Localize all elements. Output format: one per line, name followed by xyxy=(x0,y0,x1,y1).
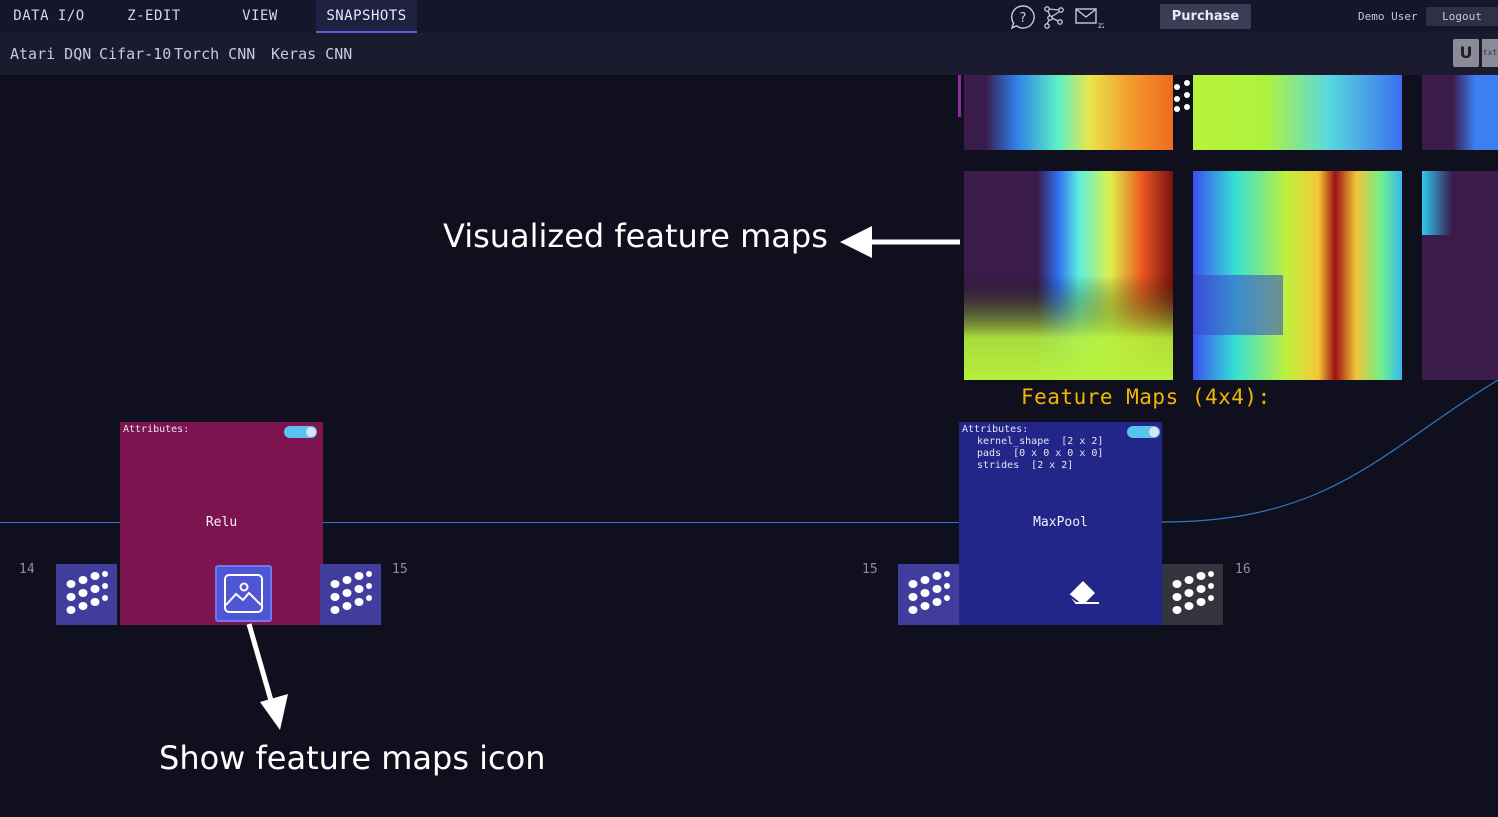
tab-cifar-10[interactable]: Cifar-10 xyxy=(99,33,171,75)
port-number: 14 xyxy=(19,562,35,577)
tab-snapshots[interactable]: SNAPSHOTS xyxy=(316,0,417,33)
logout-button[interactable]: Logout xyxy=(1426,7,1498,26)
user-name: Demo User xyxy=(1358,10,1418,23)
connection-wire xyxy=(323,522,959,523)
annotation-visualized-feature-maps: Visualized feature maps xyxy=(443,217,828,255)
attributes-toggle[interactable] xyxy=(284,426,317,438)
tab-atari-dqn[interactable]: Atari DQN xyxy=(10,33,91,75)
svg-text:zz: zz xyxy=(1098,21,1104,30)
txt-button[interactable]: txt xyxy=(1482,39,1498,67)
tab-view[interactable]: VIEW xyxy=(210,0,310,33)
model-tabs-bar: Atari DQN Cifar-10 Torch CNN Keras CNN xyxy=(0,33,1498,75)
tab-keras-cnn[interactable]: Keras CNN xyxy=(271,33,352,75)
input-port[interactable] xyxy=(56,564,117,625)
tab-torch-cnn[interactable]: Torch CNN xyxy=(174,33,255,75)
top-menu-bar: DATA I/O Z-EDIT VIEW SNAPSHOTS ? zz Purc… xyxy=(0,0,1498,33)
u-button[interactable]: U xyxy=(1453,39,1479,67)
layer-name: Relu xyxy=(205,515,238,530)
help-bubble-icon[interactable]: ? xyxy=(1010,4,1036,30)
attribute-pads: pads [0 x 0 x 0 x 0] xyxy=(977,448,1104,459)
connection-wire xyxy=(0,522,120,523)
port-number: 15 xyxy=(862,562,878,577)
network-graph-icon[interactable] xyxy=(1041,4,1067,30)
output-port[interactable] xyxy=(1162,564,1223,625)
input-port[interactable] xyxy=(898,564,959,625)
purchase-button[interactable]: Purchase xyxy=(1160,4,1251,29)
attributes-label: Attributes: xyxy=(962,424,1029,435)
arrow-down-icon xyxy=(246,623,288,730)
tab-data-io[interactable]: DATA I/O xyxy=(0,0,98,33)
attribute-kernel-shape: kernel_shape [2 x 2] xyxy=(977,436,1104,447)
arrow-left-icon xyxy=(840,226,960,258)
annotation-show-feature-maps-icon: Show feature maps icon xyxy=(159,739,546,777)
maxpool-layer-card[interactable]: Attributes: kernel_shape [2 x 2] pads [0… xyxy=(959,422,1162,625)
image-icon xyxy=(224,574,263,613)
layer-name: MaxPool xyxy=(1033,515,1088,530)
show-feature-maps-button[interactable] xyxy=(215,565,272,622)
output-port[interactable] xyxy=(320,564,381,625)
eraser-icon[interactable] xyxy=(1065,575,1101,607)
mail-icon[interactable]: zz xyxy=(1074,4,1104,30)
attribute-strides: strides [2 x 2] xyxy=(977,460,1074,471)
port-number: 16 xyxy=(1235,562,1251,577)
attributes-toggle[interactable] xyxy=(1127,426,1160,438)
port-number: 15 xyxy=(392,562,408,577)
feature-maps-grid xyxy=(958,75,1498,380)
svg-text:?: ? xyxy=(1020,11,1027,26)
feature-maps-title: Feature Maps (4x4): xyxy=(1021,385,1271,409)
tab-z-edit[interactable]: Z-EDIT xyxy=(105,0,203,33)
attributes-label: Attributes: xyxy=(123,424,190,435)
